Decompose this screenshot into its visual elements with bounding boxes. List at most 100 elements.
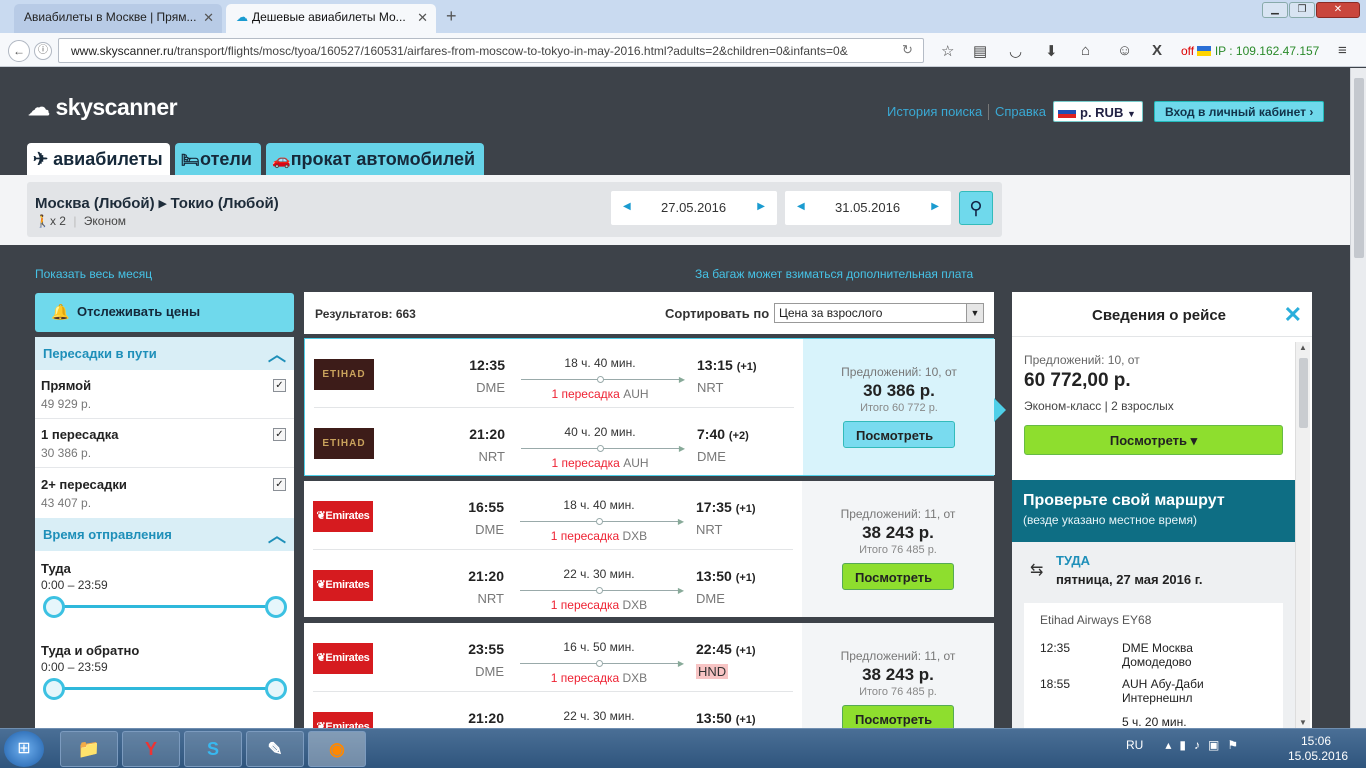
slider-handle-max[interactable]: [265, 596, 287, 618]
flag-icon[interactable]: ⚑: [1227, 738, 1238, 752]
smiley-icon[interactable]: ☺: [1117, 42, 1132, 59]
stops-filter-header[interactable]: Пересадки в пути ︿: [35, 337, 294, 370]
notepad-icon[interactable]: ✎: [246, 731, 304, 767]
browser-tab-1[interactable]: Авиабилеты в Москве | Прям... ✕: [14, 4, 222, 33]
airline-logo: ❦Emirates: [313, 712, 373, 728]
airline-name: Emirates: [325, 579, 370, 591]
sort-select[interactable]: Цена за взрослого ▼: [774, 303, 984, 323]
language-indicator[interactable]: RU: [1126, 738, 1143, 752]
view-button[interactable]: Посмотреть: [843, 421, 955, 448]
home-icon[interactable]: ⌂: [1081, 42, 1090, 59]
file-explorer-icon[interactable]: 📁: [60, 731, 118, 767]
route-label[interactable]: Москва (Любой) ▸ Токио (Любой): [35, 194, 279, 212]
bookmark-star-icon[interactable]: ☆: [941, 42, 954, 60]
show-whole-month-link[interactable]: Показать весь месяц: [35, 267, 152, 281]
pocket-icon[interactable]: ◡: [1009, 42, 1022, 60]
result-card[interactable]: ❦Emirates 16:55 DME 18 ч. 40 мин. ▶ 1 пе…: [304, 481, 994, 617]
tab-title: Авиабилеты в Москве | Прям...: [24, 10, 197, 24]
tab-flights[interactable]: ✈ авиабилеты: [27, 143, 170, 175]
skype-icon[interactable]: S: [184, 731, 242, 767]
windows-start-icon[interactable]: ⊞: [4, 731, 44, 767]
volume-icon[interactable]: ♪: [1194, 738, 1200, 752]
result-card[interactable]: ETIHAD 12:35 DME 18 ч. 40 мин. ▶ 1 перес…: [304, 338, 995, 476]
prev-date-icon[interactable]: ◀: [623, 201, 631, 212]
tab-car-rental[interactable]: 🚗прокат автомобилей: [266, 143, 484, 175]
search-history-link[interactable]: История поиска: [887, 104, 982, 119]
download-icon[interactable]: ⬇: [1045, 42, 1058, 60]
results-count: Результатов: 663: [315, 307, 416, 321]
tab-hotels[interactable]: 🛏отели: [175, 143, 261, 175]
tray-arrow-icon[interactable]: ▴: [1165, 738, 1171, 752]
view-label: Посмотреть: [855, 570, 933, 585]
return-date-picker[interactable]: ◀ 31.05.2016 ▶: [785, 191, 951, 225]
tray-app-icon[interactable]: ▣: [1208, 738, 1219, 752]
duration: 16 ч. 50 мин.: [563, 640, 635, 654]
currency-selector[interactable]: р. RUB ▼: [1053, 101, 1143, 122]
filters-panel: Пересадки в пути ︿ Прямой 49 929 р. ✓ 1 пер…: [35, 337, 294, 728]
depart-date-picker[interactable]: ◀ 27.05.2016 ▶: [611, 191, 777, 225]
plane-direction-icon: ⇆: [1030, 562, 1044, 579]
sort-label: Сортировать по: [665, 306, 770, 321]
checkbox[interactable]: ✓: [273, 379, 286, 392]
reload-icon[interactable]: ↻: [902, 42, 913, 58]
slider-track[interactable]: [53, 687, 275, 690]
filter-direct[interactable]: Прямой 49 929 р. ✓: [35, 370, 294, 419]
filter-one-stop[interactable]: 1 пересадка 30 386 р. ✓: [35, 419, 294, 468]
view-button[interactable]: Посмотреть: [842, 563, 954, 590]
slider-track[interactable]: [53, 605, 275, 608]
filter-two-plus-stops[interactable]: 2+ пересадки 43 407 р. ✓: [35, 469, 294, 518]
login-button[interactable]: Вход в личный кабинет ›: [1154, 101, 1325, 122]
total-price: Итого 76 485 р.: [859, 686, 937, 698]
back-icon[interactable]: ←: [8, 40, 30, 62]
slider-handle-min[interactable]: [43, 678, 65, 700]
day-offset: (+1): [735, 714, 756, 726]
arrival-time: 13:15 (+1): [697, 357, 757, 373]
ip-info[interactable]: off IP : 109.162.47.157: [1181, 44, 1319, 58]
prev-date-icon[interactable]: ◀: [797, 201, 805, 212]
checkbox[interactable]: ✓: [273, 428, 286, 441]
details-view-button[interactable]: Посмотреть ▾: [1024, 425, 1283, 455]
arrival-time: 7:40 (+2): [697, 426, 749, 442]
browser-tab-2[interactable]: ☁ Дешевые авиабилеты Мо... ✕: [226, 4, 436, 33]
filter-label: 1 пересадка: [41, 427, 119, 442]
scroll-down-icon[interactable]: ▼: [1299, 718, 1307, 727]
skyscanner-logo[interactable]: ☁ skyscanner: [28, 94, 178, 121]
scroll-thumb[interactable]: [1354, 78, 1364, 258]
help-link[interactable]: Справка: [995, 104, 1046, 119]
time-filter-header[interactable]: Время отправления ︿: [35, 518, 294, 551]
minimize-button[interactable]: ▁: [1262, 2, 1288, 18]
menu-icon[interactable]: ≡: [1338, 42, 1347, 59]
scroll-thumb[interactable]: [1299, 358, 1308, 428]
next-date-icon[interactable]: ▶: [931, 201, 939, 212]
slider-handle-max[interactable]: [265, 678, 287, 700]
reading-list-icon[interactable]: ▤: [973, 42, 987, 60]
info-icon[interactable]: ⓘ: [34, 42, 52, 60]
check-subtitle: (везде указано местное время): [1023, 513, 1197, 527]
maximize-button[interactable]: ❐: [1289, 2, 1315, 18]
close-window-button[interactable]: ✕: [1316, 2, 1360, 18]
details-scrollbar[interactable]: ▲ ▼: [1295, 342, 1310, 728]
next-date-icon[interactable]: ▶: [757, 201, 765, 212]
segment-time: 18:55: [1040, 677, 1071, 691]
segment-time: 12:35: [1040, 641, 1071, 655]
passengers-info[interactable]: 🚶x 2 | Эконом: [35, 214, 126, 228]
scroll-up-icon[interactable]: ▲: [1299, 343, 1307, 352]
watch-prices-button[interactable]: 🔔 Отслеживать цены: [35, 293, 294, 332]
result-card[interactable]: ❦Emirates 23:55 DME 16 ч. 50 мин. ▶ 1 пе…: [304, 623, 994, 728]
extension-x-icon[interactable]: X: [1152, 42, 1162, 59]
clock[interactable]: 15:06 15.05.2016: [1288, 734, 1348, 764]
network-icon[interactable]: ▮: [1179, 738, 1186, 752]
firefox-icon[interactable]: ◉: [308, 731, 366, 767]
slider-handle-min[interactable]: [43, 596, 65, 618]
yandex-browser-icon[interactable]: Y: [122, 731, 180, 767]
close-tab-icon[interactable]: ✕: [203, 10, 214, 26]
url-field[interactable]: www.skyscanner.ru/transport/flights/mosc…: [58, 38, 924, 63]
view-button[interactable]: Посмотреть: [842, 705, 954, 728]
page-scrollbar[interactable]: [1350, 68, 1366, 728]
checkbox[interactable]: ✓: [273, 478, 286, 491]
search-button[interactable]: ⚲: [959, 191, 993, 225]
baggage-fee-link[interactable]: За багаж может взиматься дополнительная …: [695, 267, 973, 281]
close-tab-icon[interactable]: ✕: [417, 10, 428, 26]
close-icon[interactable]: ✕: [1284, 302, 1302, 328]
new-tab-icon[interactable]: +: [446, 6, 457, 27]
